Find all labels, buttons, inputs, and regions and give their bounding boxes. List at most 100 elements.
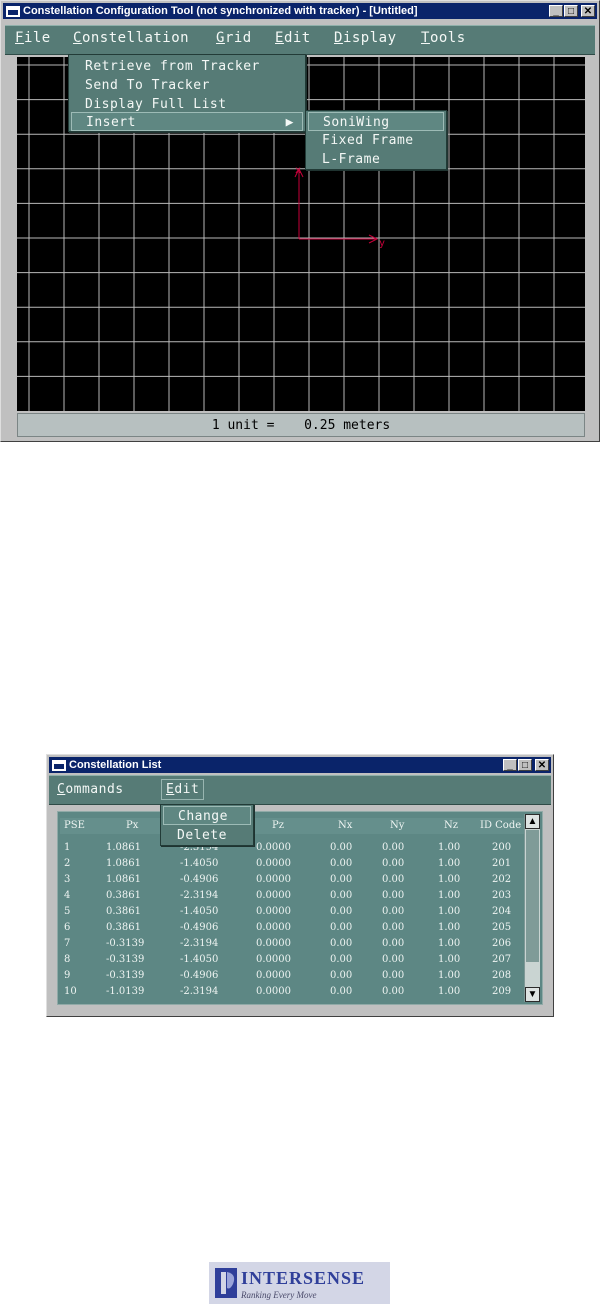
menu-item-insert[interactable]: Insert ▶ (71, 112, 303, 131)
table-cell: 0.0000 (256, 954, 291, 965)
table-cell: 1.00 (438, 906, 461, 917)
table-cell: -1.0139 (106, 986, 145, 997)
menu-edit[interactable]: Edit (275, 30, 311, 46)
main-title-bar[interactable]: Constellation Configuration Tool (not sy… (3, 3, 597, 19)
table-cell: 0.0000 (256, 938, 291, 949)
menu-file[interactable]: File (15, 30, 51, 46)
menu-grid[interactable]: Grid (216, 30, 252, 46)
table-cell: -1.4050 (180, 858, 219, 869)
main-menu-bar: File Constellation Grid Edit Display Too… (5, 25, 595, 55)
table-cell: 1.0861 (106, 842, 141, 853)
table-cell: 0.0000 (256, 970, 291, 981)
status-bar: 1 unit = 0.25 meters (17, 413, 585, 437)
table-cell: 0.00 (330, 986, 353, 997)
table-cell: 7 (64, 938, 71, 949)
table-cell: 10 (64, 986, 77, 997)
menu-list-edit[interactable]: Edit (161, 779, 205, 800)
menu-item-l-frame[interactable]: L-Frame (322, 150, 380, 169)
table-cell: 0.00 (330, 874, 353, 885)
table-row[interactable]: 10 -1.0139 -2.3194 0.0000 0.00 0.00 1.00 209 (60, 984, 524, 1000)
menu-item-delete[interactable]: Delete (177, 826, 227, 845)
table-cell: 0.3861 (106, 906, 141, 917)
table-row[interactable]: 2 1.0861 -1.4050 0.0000 0.00 0.00 1.00 201 (60, 856, 524, 872)
list-edit-menu: Change Delete (160, 804, 254, 846)
col-px: Px (126, 820, 139, 831)
table-cell: 1.00 (438, 986, 461, 997)
intersense-logo: INTERSENSE Ranking Every Move (209, 1262, 390, 1304)
menu-item-insert-label: Insert (86, 115, 136, 130)
table-cell: 0.0000 (256, 986, 291, 997)
table-cell: 1.0861 (106, 874, 141, 885)
table-cell: 0.0000 (256, 874, 291, 885)
table-cell: 0.00 (330, 842, 353, 853)
table-cell: 3 (64, 874, 71, 885)
table-row[interactable]: 3 1.0861 -0.4906 0.0000 0.00 0.00 1.00 202 (60, 872, 524, 888)
table-cell: 1.00 (438, 970, 461, 981)
insert-submenu: SoniWing Fixed Frame L-Frame (305, 110, 447, 170)
table-cell: 5 (64, 906, 71, 917)
axis-x-label: x (295, 165, 301, 176)
table-cell: -1.4050 (180, 906, 219, 917)
col-id-code: ID Code (480, 820, 522, 831)
table-row[interactable]: 5 0.3861 -1.4050 0.0000 0.00 0.00 1.00 204 (60, 904, 524, 920)
table-cell: 1.0861 (106, 858, 141, 869)
menu-item-send-to-tracker[interactable]: Send To Tracker (85, 76, 210, 95)
table-cell: 0.00 (330, 890, 353, 901)
col-pz: Pz (272, 820, 284, 831)
menu-item-change[interactable]: Change (163, 806, 251, 825)
list-maximize-icon[interactable]: □ (518, 759, 532, 771)
table-cell: 204 (492, 906, 512, 917)
table-row[interactable]: 1 1.0861 -2.3194 0.0000 0.00 0.00 1.00 200 (60, 840, 524, 856)
table-cell: 1.00 (438, 874, 461, 885)
logo-tagline: Ranking Every Move (241, 1290, 317, 1300)
menu-constellation[interactable]: Constellation (73, 30, 189, 46)
scroll-down-icon[interactable]: ▼ (525, 987, 540, 1002)
scroll-thumb[interactable] (526, 830, 539, 962)
menu-item-fixed-frame[interactable]: Fixed Frame (322, 131, 414, 150)
minimize-icon[interactable]: _ (549, 5, 563, 17)
constellation-table[interactable]: PSE Px Py Pz Nx Ny Nz ID Code 1 1.0861 -2.… (57, 811, 543, 1005)
axis-origin (294, 167, 379, 244)
table-cell: 6 (64, 922, 71, 933)
table-row[interactable]: 9 -0.3139 -0.4906 0.0000 0.00 0.00 1.00 208 (60, 968, 524, 984)
maximize-icon[interactable]: □ (564, 5, 578, 17)
menu-item-retrieve-from-tracker[interactable]: Retrieve from Tracker (85, 57, 260, 76)
table-row[interactable]: 8 -0.3139 -1.4050 0.0000 0.00 0.00 1.00 207 (60, 952, 524, 968)
list-close-icon[interactable]: ✕ (535, 759, 549, 771)
menu-commands[interactable]: Commands (57, 782, 124, 797)
list-minimize-icon[interactable]: _ (503, 759, 517, 771)
col-pse: PSE (64, 820, 85, 831)
col-nx: Nx (338, 820, 353, 831)
table-cell: 0.0000 (256, 890, 291, 901)
list-window-icon (52, 760, 66, 771)
table-row[interactable]: 6 0.3861 -0.4906 0.0000 0.00 0.00 1.00 205 (60, 920, 524, 936)
menu-item-soniwing[interactable]: SoniWing (308, 112, 444, 131)
close-icon[interactable]: ✕ (581, 5, 595, 17)
table-cell: 209 (492, 986, 512, 997)
col-ny: Ny (390, 820, 405, 831)
table-cell: 1.00 (438, 938, 461, 949)
table-row[interactable]: 7 -0.3139 -2.3194 0.0000 0.00 0.00 1.00 206 (60, 936, 524, 952)
table-cell: 4 (64, 890, 71, 901)
table-cell: 206 (492, 938, 512, 949)
table-cell: 207 (492, 954, 512, 965)
scroll-up-icon[interactable]: ▲ (525, 814, 540, 829)
table-scrollbar[interactable]: ▲ ▼ (524, 814, 540, 1002)
menu-display[interactable]: Display (334, 30, 397, 46)
table-cell: 0.00 (330, 922, 353, 933)
table-cell: 200 (492, 842, 512, 853)
submenu-arrow-icon: ▶ (285, 115, 294, 130)
menu-tools[interactable]: Tools (421, 30, 466, 46)
table-cell: 8 (64, 954, 71, 965)
logo-mark-icon (215, 1268, 237, 1298)
table-cell: 1.00 (438, 842, 461, 853)
table-cell: 208 (492, 970, 512, 981)
list-title-bar[interactable]: Constellation List _ □ ✕ (49, 757, 551, 773)
table-cell: 2 (64, 858, 71, 869)
table-cell: 0.3861 (106, 890, 141, 901)
table-cell: 1.00 (438, 890, 461, 901)
table-cell: -0.4906 (180, 970, 219, 981)
table-cell: 1.00 (438, 858, 461, 869)
table-row[interactable]: 4 0.3861 -2.3194 0.0000 0.00 0.00 1.00 203 (60, 888, 524, 904)
table-cell: 202 (492, 874, 512, 885)
